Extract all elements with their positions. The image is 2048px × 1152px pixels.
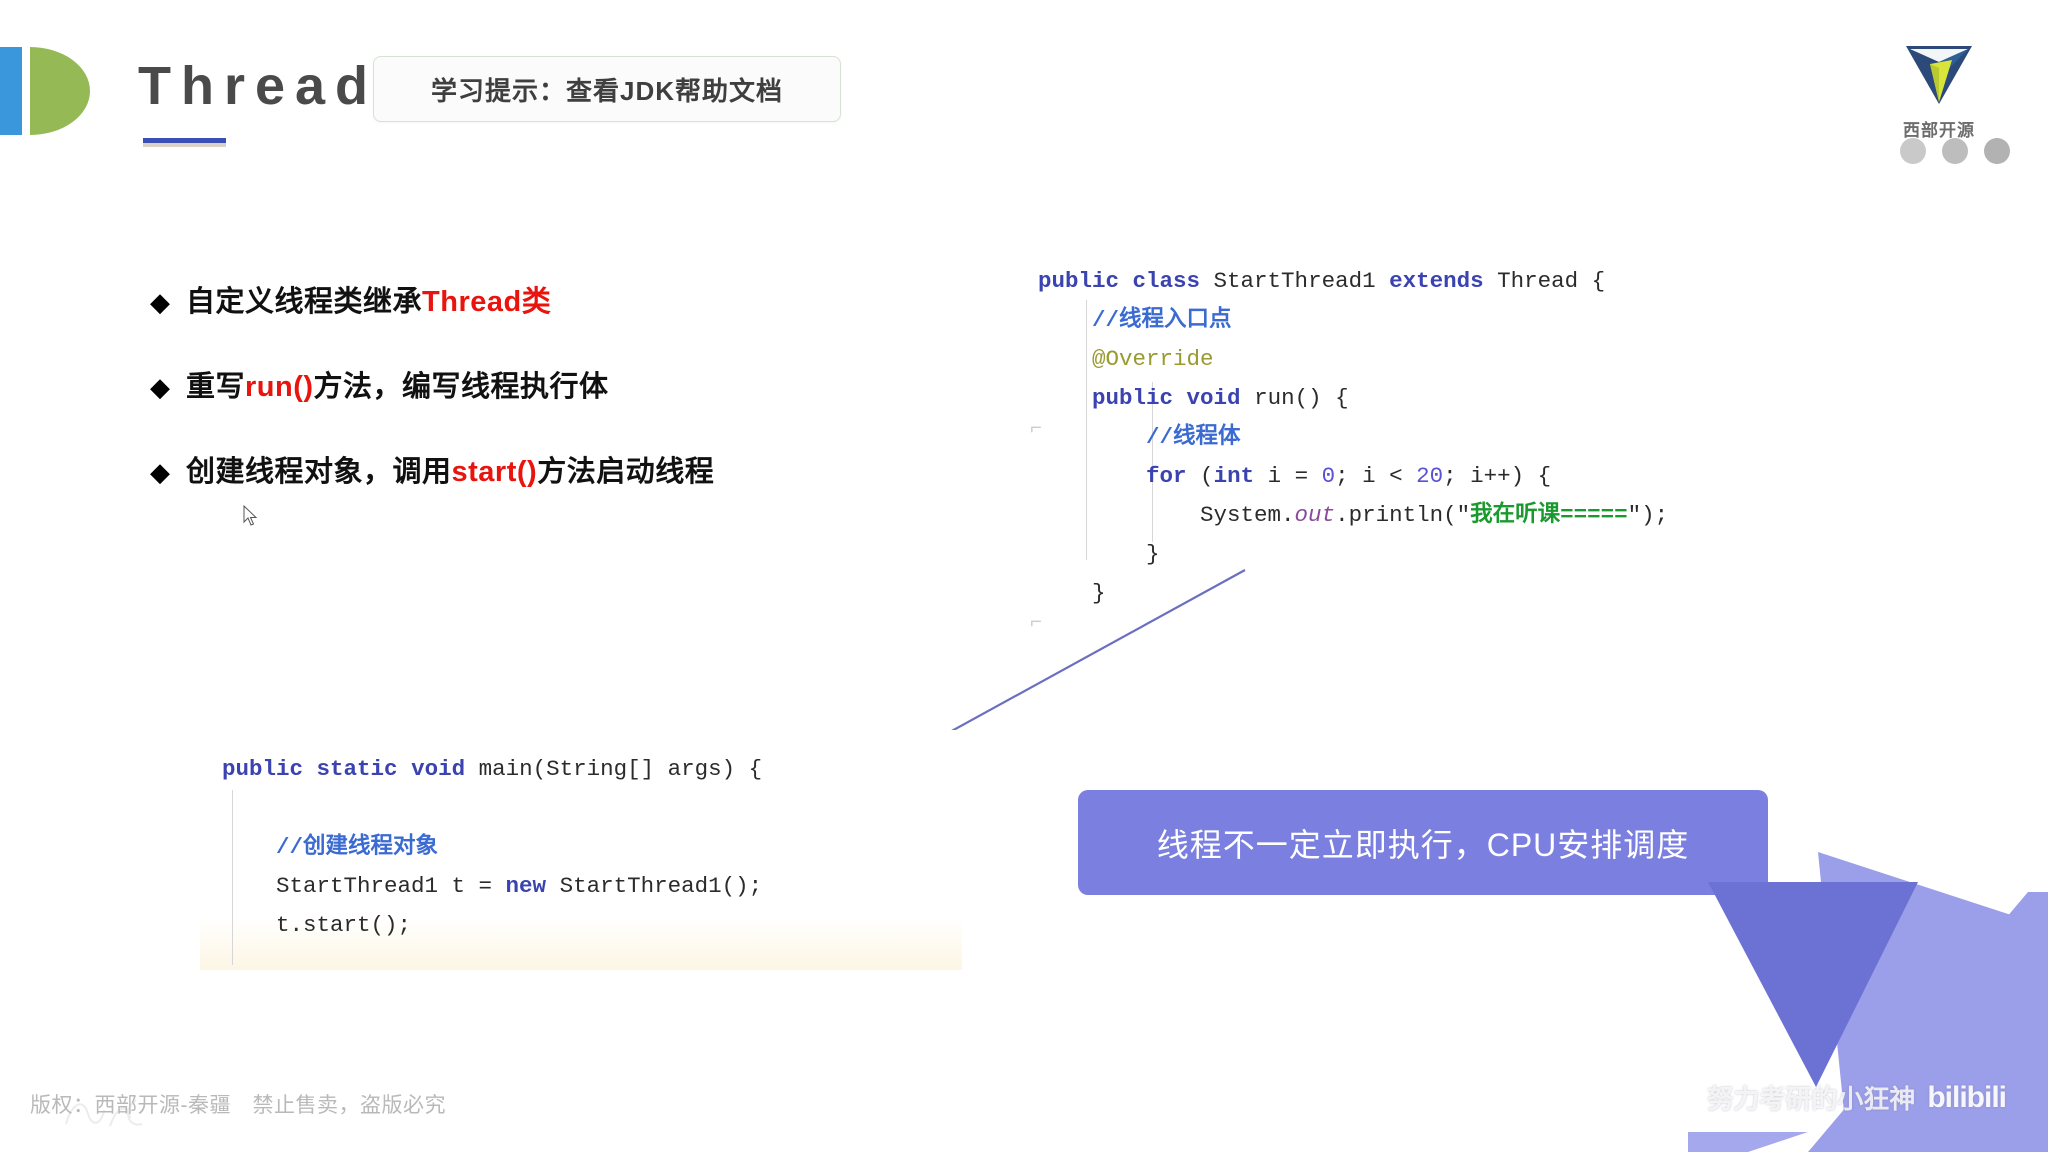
callout-text: 线程不一定立即执行，CPU安排调度 [1156, 826, 1690, 863]
diamond-bullet-icon: ◆ [150, 372, 170, 402]
tip-badge: 学习提示：查看JDK帮助文档 [373, 56, 841, 122]
slide-canvas: Thread 学习提示：查看JDK帮助文档 西部开源 ◆ 自定义线程类继承Thr… [0, 0, 2048, 1152]
dot-3 [1984, 138, 2010, 164]
watermark-username: 努力考研的小狂神 [1707, 1084, 1916, 1114]
code-block-thread-class: public class StartThread1 extends Thread… [1038, 268, 1669, 606]
code-fold-marker-2: ⌐ [1030, 612, 1043, 635]
diamond-bullet-icon: ◆ [150, 287, 170, 317]
bullet-3-plain2: 方法启动线程 [537, 456, 715, 488]
bullet-3-plain1: 创建线程对象，调用 [186, 456, 452, 488]
page-title: Thread [138, 56, 379, 116]
bullet-2-highlight: run() [245, 371, 314, 403]
bullet-text-3: 创建线程对象，调用start()方法启动线程 [186, 448, 714, 490]
bullet-1-highlight: Thread类 [422, 286, 552, 318]
bullet-3-highlight: start() [451, 456, 538, 488]
triangle-brand-icon [1906, 46, 1972, 104]
list-item: ◆ 重写run()方法，编写线程执行体 [150, 363, 850, 405]
bullet-text-1: 自定义线程类继承Thread类 [186, 278, 551, 320]
d-letter-logo [0, 47, 100, 135]
dot-2 [1942, 138, 1968, 164]
bullet-2-plain2: 方法，编写线程执行体 [313, 371, 609, 403]
list-item: ◆ 自定义线程类继承Thread类 [150, 278, 850, 320]
copyright-footer: 版权：西部开源-秦疆 禁止售卖，盗版必究 [30, 1094, 446, 1117]
logo-blue-bar [0, 47, 22, 135]
list-item: ◆ 创建线程对象，调用start()方法启动线程 [150, 448, 850, 490]
callout-box: 线程不一定立即执行，CPU安排调度 [1078, 790, 1768, 895]
mouse-cursor-icon [243, 505, 258, 526]
code-block-main-method: public static void main(String[] args) {… [222, 756, 763, 938]
brand-block: 西部开源 [1874, 38, 2004, 141]
title-underline-shadow [143, 143, 226, 147]
logo-green-d [30, 47, 90, 135]
bullet-1-plain1: 自定义线程类继承 [186, 286, 423, 318]
decorative-dots [1900, 138, 2010, 164]
bullet-2-plain1: 重写 [186, 371, 246, 403]
tip-badge-label: 学习提示：查看JDK帮助文档 [430, 75, 783, 106]
bilibili-watermark: 努力考研的小狂神 bilibili [1707, 1079, 2007, 1116]
diamond-bullet-icon: ◆ [150, 457, 170, 487]
bilibili-logo-icon: bilibili [1927, 1080, 2007, 1114]
bullet-list: ◆ 自定义线程类继承Thread类 ◆ 重写run()方法，编写线程执行体 ◆ … [150, 278, 850, 533]
title-underline [143, 138, 226, 143]
dot-1 [1900, 138, 1926, 164]
bullet-text-2: 重写run()方法，编写线程执行体 [186, 363, 609, 405]
